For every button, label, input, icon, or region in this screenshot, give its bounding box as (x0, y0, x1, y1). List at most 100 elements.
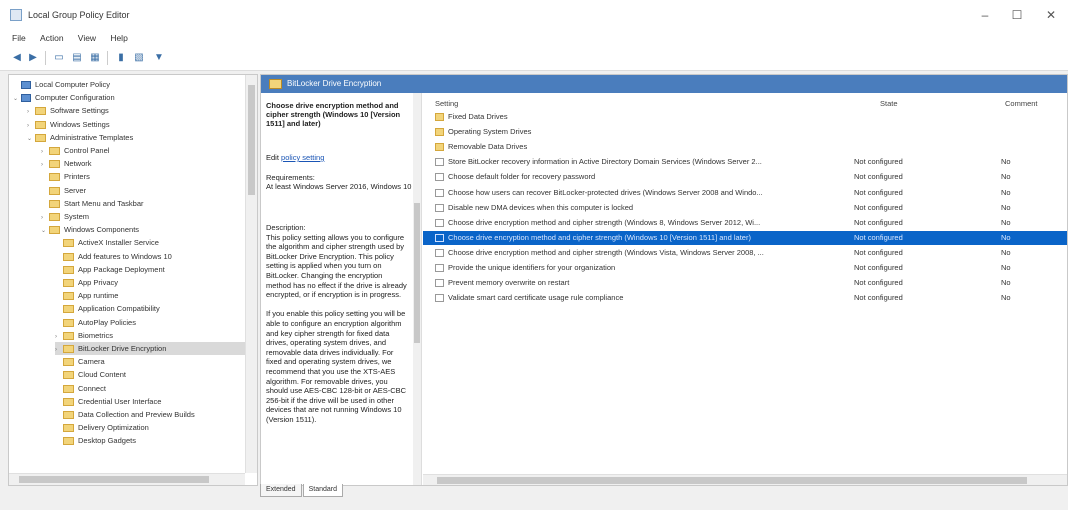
help-icon[interactable]: ▮ (114, 51, 128, 65)
setting-row[interactable]: Store BitLocker recovery information in … (423, 155, 1067, 169)
tree-item-label: Camera (78, 357, 105, 367)
tree-item[interactable]: ⌄ Administrative Templates (27, 131, 245, 144)
minimize-button[interactable]: – (970, 6, 1000, 24)
setting-state: Not configured (854, 172, 903, 182)
tree-item[interactable]: AutoPlay Policies (55, 316, 245, 329)
setting-row[interactable]: Operating System Drives (423, 125, 1067, 139)
tree-item[interactable]: App Package Deployment (55, 263, 245, 276)
column-state[interactable]: State (880, 99, 898, 108)
expand-chevron-icon[interactable]: ⌄ (13, 93, 21, 106)
menu-action[interactable]: Action (40, 30, 64, 46)
list-horizontal-scrollbar[interactable] (423, 474, 1067, 485)
description-scrollbar[interactable] (413, 93, 421, 485)
pane-header: BitLocker Drive Encryption (261, 75, 1067, 93)
tree-item-label: Application Compatibility (78, 304, 160, 314)
setting-name: Choose drive encryption method and ciphe… (448, 217, 761, 227)
tree-item[interactable]: Desktop Gadgets (55, 434, 245, 447)
edit-policy-link[interactable]: policy setting (281, 153, 324, 162)
setting-row[interactable]: Fixed Data Drives (423, 110, 1067, 124)
tree-item[interactable]: ⌄ Computer Configuration (13, 91, 245, 104)
column-setting[interactable]: Setting (435, 99, 458, 108)
tree-item[interactable]: › Software Settings (27, 104, 245, 117)
tree-item-label: Software Settings (50, 106, 109, 116)
setting-row[interactable]: Choose drive encryption method and ciphe… (423, 246, 1067, 260)
folder-icon (63, 265, 74, 274)
forward-icon[interactable]: ▶ (26, 51, 40, 65)
tree-vertical-scrollbar[interactable] (245, 75, 257, 473)
tree-hscroll-thumb[interactable] (19, 476, 209, 483)
tree-item[interactable]: ActiveX Installer Service (55, 236, 245, 249)
setting-name: Operating System Drives (448, 127, 532, 137)
close-button[interactable]: ✕ (1036, 6, 1066, 24)
setting-state: Not configured (854, 247, 903, 257)
description-scroll-thumb[interactable] (414, 203, 420, 343)
tree-item-label: Windows Settings (50, 119, 110, 129)
tab-standard[interactable]: Standard (302, 484, 344, 497)
tree-scroll-thumb[interactable] (248, 85, 255, 195)
tree-item-label: AutoPlay Policies (78, 317, 136, 327)
tree-item[interactable]: Server (41, 184, 245, 197)
tree-item[interactable]: › System (41, 210, 245, 223)
folder-icon (35, 133, 46, 142)
setting-row[interactable]: Removable Data Drives (423, 140, 1067, 154)
filter-icon[interactable]: ▼ (152, 51, 166, 65)
setting-state: Not configured (854, 232, 903, 242)
expand-chevron-icon[interactable]: ⌄ (27, 133, 35, 146)
tree-item[interactable]: Application Compatibility (55, 302, 245, 315)
tree-horizontal-scrollbar[interactable] (9, 473, 245, 485)
tree-item[interactable]: ⌄ Windows Components (41, 223, 245, 236)
tab-extended[interactable]: Extended (260, 484, 302, 497)
setting-row[interactable]: Disable new DMA devices when this comput… (423, 201, 1067, 215)
expand-chevron-icon[interactable]: ⌄ (41, 225, 49, 238)
list-hscroll-thumb[interactable] (437, 477, 1027, 484)
tree-item[interactable]: Connect (55, 382, 245, 395)
up-folder-icon[interactable]: ▭ (52, 51, 66, 65)
tree-item-label: Connect (78, 383, 106, 393)
tree-item[interactable]: › Biometrics (55, 329, 245, 342)
menu-file[interactable]: File (12, 30, 26, 46)
tree-item[interactable]: App Privacy (55, 276, 245, 289)
column-comment[interactable]: Comment (1005, 99, 1038, 108)
properties-icon[interactable]: ▧ (132, 51, 146, 65)
setting-row[interactable]: Prevent memory overwrite on restart Not c… (423, 276, 1067, 290)
setting-row[interactable]: Choose drive encryption method and ciphe… (423, 216, 1067, 230)
tree-item[interactable]: Local Computer Policy (13, 78, 245, 91)
tree-item[interactable]: Data Collection and Preview Builds (55, 408, 245, 421)
setting-name: Disable new DMA devices when this comput… (448, 202, 634, 212)
policy-description-panel: Choose drive encryption method and ciphe… (261, 93, 422, 485)
tree-item[interactable]: › Windows Settings (27, 118, 245, 131)
tree-item[interactable]: Camera (55, 355, 245, 368)
view-tabs: Extended Standard (260, 484, 344, 498)
tree-item-label: Control Panel (64, 146, 110, 155)
policy-tree[interactable]: Local Computer Policy ⌄ Computer Configura… (8, 74, 258, 486)
tree-item[interactable]: Start Menu and Taskbar (41, 197, 245, 210)
tree-item[interactable]: › Control Panel (41, 144, 245, 157)
setting-row[interactable]: Choose drive encryption method and ciphe… (423, 230, 1067, 245)
setting-row[interactable]: Choose how users can recover BitLocker-p… (423, 186, 1067, 200)
tree-item[interactable]: Delivery Optimization (55, 421, 245, 434)
setting-state: Not configured (854, 293, 903, 303)
menu-view[interactable]: View (78, 30, 96, 46)
show-hide-tree-icon[interactable]: ▤ (70, 51, 84, 65)
back-icon[interactable]: ◀ (10, 51, 24, 65)
folder-icon (63, 397, 74, 406)
tree-item[interactable]: Add features to Windows 10 (55, 250, 245, 263)
tree-item-label: Add features to Windows 10 (78, 251, 172, 261)
setting-row[interactable]: Choose default folder for recovery passw… (423, 170, 1067, 184)
folder-icon (63, 437, 74, 446)
tree-item[interactable]: Credential User Interface (55, 395, 245, 408)
tree-item[interactable]: Printers (41, 170, 245, 183)
policy-setting-icon (435, 294, 444, 303)
maximize-button[interactable]: ☐ (1002, 6, 1032, 24)
tree-item[interactable]: › Network (41, 157, 245, 170)
tree-item[interactable]: › BitLocker Drive Encryption (55, 342, 245, 355)
export-list-icon[interactable]: ▦ (88, 51, 102, 65)
tree-item[interactable]: App runtime (55, 289, 245, 302)
setting-row[interactable]: Provide the unique identifiers for your … (423, 261, 1067, 275)
setting-row[interactable]: Validate smart card certificate usage ru… (423, 291, 1067, 305)
setting-comment: No (1001, 278, 1011, 288)
tree-item[interactable]: Cloud Content (55, 368, 245, 381)
folder-icon (35, 120, 46, 129)
folder-icon (63, 384, 74, 393)
menu-help[interactable]: Help (110, 30, 127, 46)
